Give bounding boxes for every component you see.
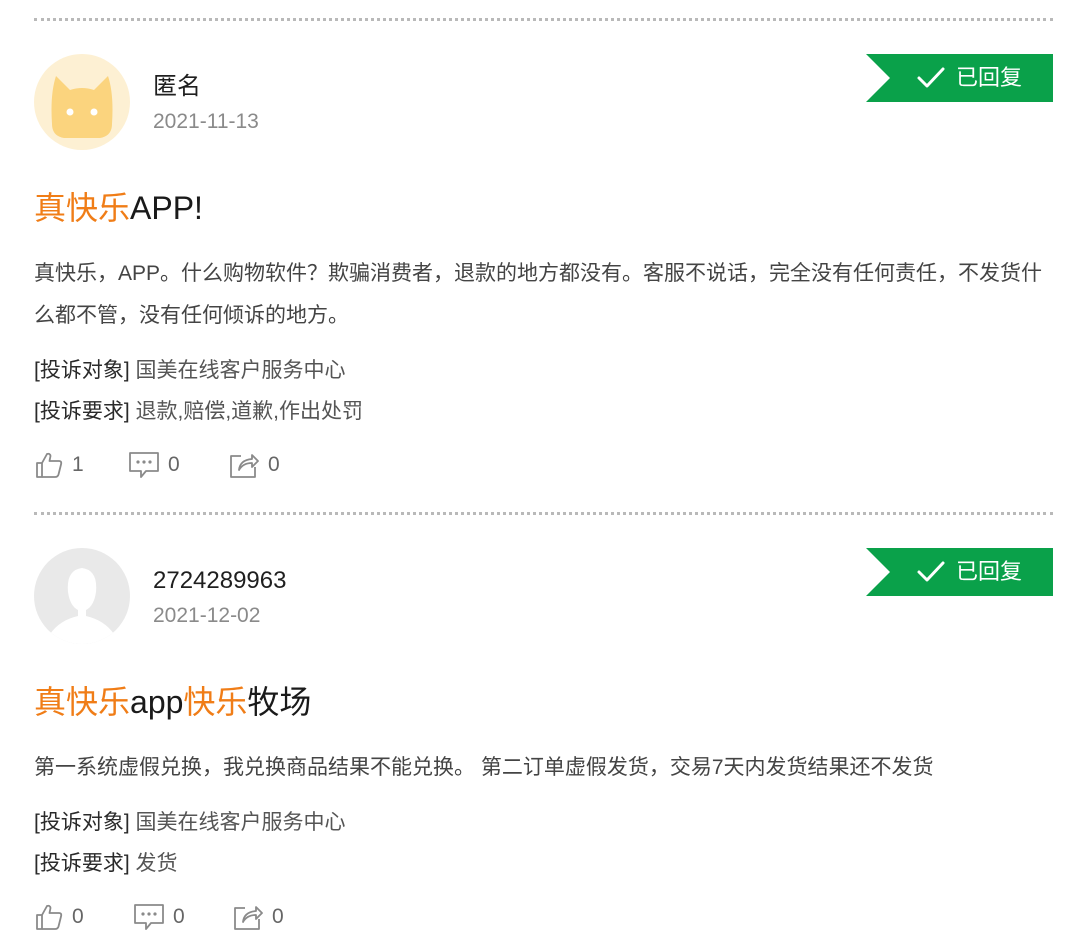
review-card: 匿名 2021-11-13 已回复 真快乐APP! 真快乐，APP。什么购物软件… xyxy=(0,0,1080,478)
status-label: 已回复 xyxy=(956,559,1023,584)
title-highlight: 真快乐 xyxy=(34,684,131,720)
comment-button[interactable]: 0 xyxy=(128,448,180,482)
comment-count: 0 xyxy=(168,453,180,476)
title-highlight: 真快乐 xyxy=(34,190,131,226)
title-text: 牧场 xyxy=(247,684,312,720)
complaint-demand-label: [投诉要求] xyxy=(34,852,130,875)
share-button[interactable]: 0 xyxy=(232,900,284,934)
comment-icon xyxy=(129,452,159,478)
like-button[interactable]: 0 xyxy=(34,900,84,934)
title-highlight: 快乐 xyxy=(183,684,248,720)
check-icon xyxy=(917,67,945,88)
complaint-target-value: 国美在线客户服务中心 xyxy=(135,811,346,834)
avatar[interactable] xyxy=(34,548,130,644)
comment-button[interactable]: 0 xyxy=(133,900,185,934)
review-body: 第一系统虚假兑换，我兑换商品结果不能兑换。 第二订单虚假发货，交易7天内发货结果… xyxy=(34,756,934,779)
share-count: 0 xyxy=(272,905,284,928)
person-avatar-icon xyxy=(34,548,130,644)
title-text: APP! xyxy=(130,190,203,226)
status-label: 已回复 xyxy=(956,65,1023,90)
username[interactable]: 匿名 xyxy=(153,71,201,103)
post-date: 2021-11-13 xyxy=(153,110,259,133)
comment-count: 0 xyxy=(173,905,185,928)
complaint-target-label: [投诉对象] xyxy=(34,811,130,834)
thumbs-up-icon xyxy=(36,452,63,478)
check-icon xyxy=(917,561,945,582)
title-text: app xyxy=(130,684,184,720)
complaint-target: [投诉对象] 国美在线客户服务中心 xyxy=(34,808,346,838)
status-badge: 已回复 xyxy=(866,548,1053,596)
username[interactable]: 2724289963 xyxy=(153,565,286,597)
share-button[interactable]: 0 xyxy=(228,448,280,482)
complaint-demand-value: 发货 xyxy=(135,852,178,875)
complaint-target-value: 国美在线客户服务中心 xyxy=(135,359,346,382)
review-title[interactable]: 真快乐app快乐牧场 xyxy=(34,679,311,725)
thumbs-up-icon xyxy=(36,904,63,930)
post-date: 2021-12-02 xyxy=(153,604,261,627)
complaint-demand-value: 退款,赔偿,道歉,作出处罚 xyxy=(135,400,364,423)
like-button[interactable]: 1 xyxy=(34,448,84,482)
complaint-target-label: [投诉对象] xyxy=(34,359,130,382)
like-count: 0 xyxy=(72,905,84,928)
complaint-demand-label: [投诉要求] xyxy=(34,400,130,423)
cat-avatar-icon xyxy=(34,54,130,150)
share-icon xyxy=(234,906,263,930)
like-count: 1 xyxy=(72,453,84,476)
share-count: 0 xyxy=(268,453,280,476)
complaint-demand: [投诉要求] 退款,赔偿,道歉,作出处罚 xyxy=(34,397,363,427)
review-body: 真快乐，APP。什么购物软件？欺骗消费者，退款的地方都没有。客服不说话，完全没有… xyxy=(34,262,1043,327)
comment-icon xyxy=(134,904,164,930)
status-badge: 已回复 xyxy=(866,54,1053,102)
complaint-demand: [投诉要求] 发货 xyxy=(34,849,178,879)
complaint-target: [投诉对象] 国美在线客户服务中心 xyxy=(34,356,346,386)
review-card: 2724289963 2021-12-02 已回复 真快乐app快乐牧场 第一系… xyxy=(0,494,1080,934)
share-icon xyxy=(230,454,259,478)
avatar[interactable] xyxy=(34,54,130,150)
review-title[interactable]: 真快乐APP! xyxy=(34,185,203,231)
